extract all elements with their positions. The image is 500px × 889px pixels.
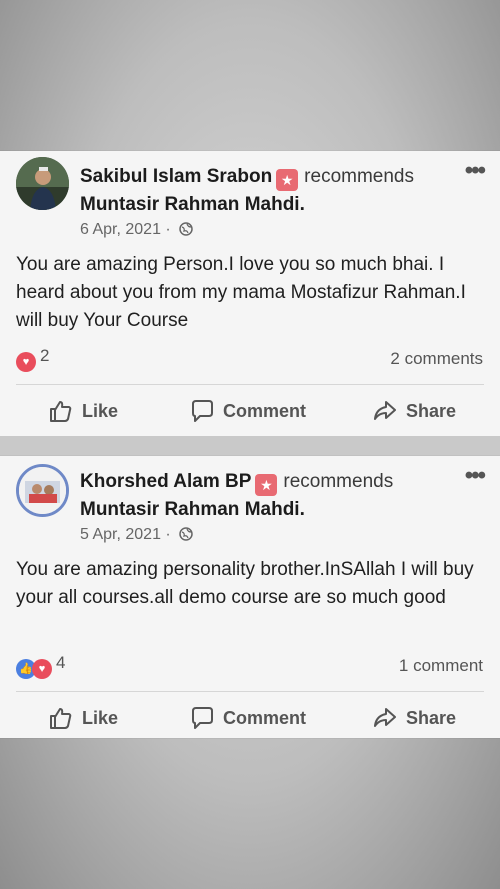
comment-label: Comment xyxy=(223,400,307,421)
share-button[interactable]: Share xyxy=(372,391,456,431)
reaction-summary[interactable]: ♥ 2 xyxy=(16,346,50,372)
recommendation-star-badge-icon: ★ xyxy=(276,169,299,191)
divider xyxy=(16,691,484,692)
post-text: You are amazing personality brother.InSA… xyxy=(16,559,474,608)
comment-button[interactable]: Comment xyxy=(189,698,306,738)
recommendation-post: Sakibul Islam Srabon ★ recommends Muntasir… xyxy=(0,151,500,436)
comment-label: Comment xyxy=(223,707,307,728)
comment-bubble-icon xyxy=(192,707,213,729)
action-bar: Like Comment Share xyxy=(0,391,500,431)
profile-photo xyxy=(16,157,69,210)
share-label: Share xyxy=(406,707,457,728)
post-date[interactable]: 6 Apr, 2021 · xyxy=(80,221,171,238)
comment-count[interactable]: 2 comments xyxy=(390,349,483,369)
reaction-summary[interactable]: 👍 ♥ 4 xyxy=(16,653,66,679)
reaction-count: 2 xyxy=(40,346,50,365)
share-arrow-icon xyxy=(374,708,396,727)
post-text: You are amazing Person.I love you so muc… xyxy=(16,254,466,331)
share-button[interactable]: Share xyxy=(372,698,456,738)
reaction-count: 4 xyxy=(56,653,66,672)
comment-button[interactable]: Comment xyxy=(189,391,306,431)
thumbs-up-icon xyxy=(50,401,72,422)
globe-icon xyxy=(179,222,193,236)
page-name[interactable]: Muntasir Rahman Mahdi. xyxy=(80,191,460,219)
globe-icon xyxy=(179,527,193,541)
love-reaction-icon: ♥ xyxy=(32,659,52,679)
recommendation-star-badge-icon: ★ xyxy=(255,474,278,496)
love-reaction-icon: ♥ xyxy=(16,352,36,372)
post-meta: 5 Apr, 2021 · xyxy=(80,526,193,544)
verb-text: recommends xyxy=(304,166,414,187)
author-name[interactable]: Sakibul Islam Srabon xyxy=(80,166,272,187)
like-button[interactable]: Like xyxy=(48,698,118,738)
action-bar: Like Comment Share xyxy=(0,698,500,738)
like-button[interactable]: Like xyxy=(48,391,118,431)
post-header: Khorshed Alam BP ★ recommends Muntasir Rah… xyxy=(80,468,460,524)
comment-count[interactable]: 1 comment xyxy=(399,656,483,676)
verb-text: recommends xyxy=(283,471,394,492)
avatar[interactable] xyxy=(16,157,69,210)
share-arrow-icon xyxy=(374,401,396,420)
avatar[interactable] xyxy=(16,464,69,517)
more-options-icon[interactable]: ••• xyxy=(465,159,486,183)
post-date[interactable]: 5 Apr, 2021 · xyxy=(80,526,171,543)
thumbs-up-icon xyxy=(50,708,72,729)
like-label: Like xyxy=(82,707,119,728)
divider xyxy=(16,384,484,385)
share-label: Share xyxy=(406,400,457,421)
comment-bubble-icon xyxy=(192,400,213,422)
more-options-icon[interactable]: ••• xyxy=(465,464,486,488)
recommendation-post: Khorshed Alam BP ★ recommends Muntasir Rah… xyxy=(0,456,500,738)
author-name[interactable]: Khorshed Alam BP xyxy=(80,471,251,492)
profile-photo xyxy=(19,467,66,514)
post-header: Sakibul Islam Srabon ★ recommends Muntasir… xyxy=(80,163,460,219)
page-name[interactable]: Muntasir Rahman Mahdi. xyxy=(80,496,460,524)
post-separator xyxy=(0,436,500,456)
like-label: Like xyxy=(82,400,119,421)
post-meta: 6 Apr, 2021 · xyxy=(80,221,193,239)
